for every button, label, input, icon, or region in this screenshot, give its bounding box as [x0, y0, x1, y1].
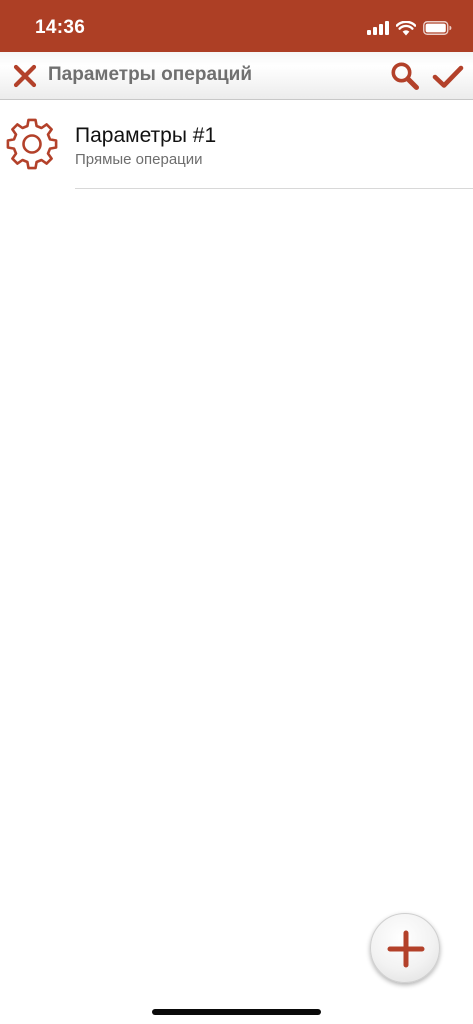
- close-icon: [13, 64, 37, 88]
- search-icon: [391, 62, 419, 90]
- home-indicator: [152, 1009, 321, 1015]
- signal-icon: [367, 21, 389, 35]
- page-title: Параметры операций: [48, 64, 253, 85]
- divider: [75, 188, 473, 189]
- status-time: 14:36: [35, 17, 86, 38]
- confirm-button[interactable]: [432, 64, 464, 90]
- checkmark-icon: [432, 65, 464, 88]
- search-button[interactable]: [390, 61, 420, 91]
- item-subtitle: Прямые операции: [75, 151, 203, 168]
- add-button[interactable]: [370, 913, 440, 983]
- item-title: Параметры #1: [75, 124, 217, 147]
- battery-icon: [423, 21, 452, 35]
- close-button[interactable]: [12, 63, 38, 89]
- nav-bar: Параметры операций: [0, 52, 473, 100]
- status-bar: 14:36: [0, 0, 473, 52]
- wifi-icon: [396, 20, 416, 35]
- status-icons: [367, 18, 452, 38]
- list-item[interactable]: Параметры #1 Прямые операции: [0, 101, 473, 189]
- plus-icon: [387, 930, 425, 968]
- gear-icon: [6, 118, 58, 170]
